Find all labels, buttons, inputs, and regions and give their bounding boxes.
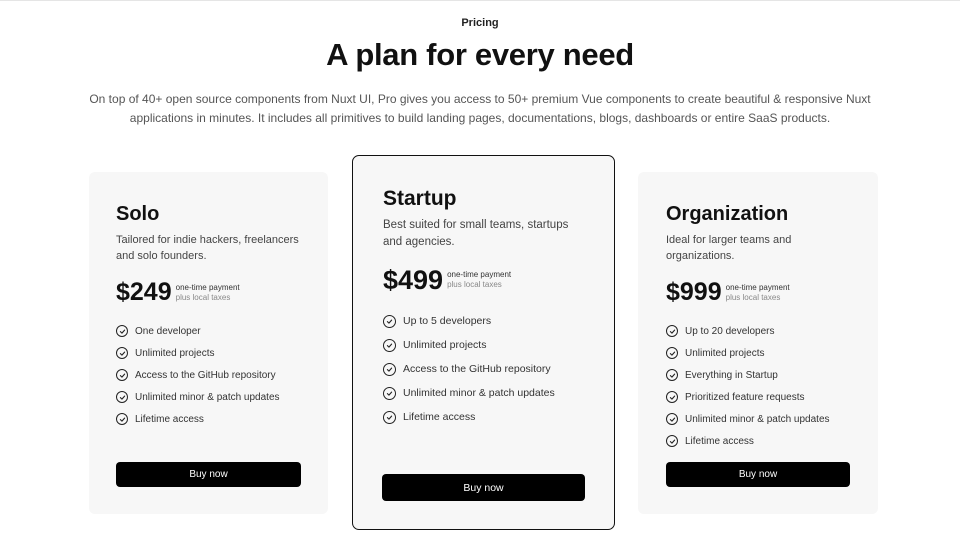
plan-name: Solo: [116, 203, 160, 225]
price-row: $499 one-time payment plus local taxes: [383, 265, 584, 295]
plan-description: Tailored for indie hackers, freelancers …: [116, 234, 299, 262]
check-circle-icon: [666, 413, 678, 425]
check-circle-icon: [116, 347, 128, 359]
pricing-card-startup: Startup Best suited for small teams, sta…: [352, 155, 615, 530]
feature-label: Prioritized feature requests: [685, 391, 805, 403]
check-circle-icon: [116, 325, 128, 337]
check-circle-icon: [666, 391, 678, 403]
price-row: $999 one-time payment plus local taxes: [666, 278, 850, 306]
section-eyebrow: Pricing: [461, 17, 499, 29]
feature-item: Unlimited projects: [383, 333, 584, 357]
feature-label: Unlimited projects: [135, 347, 215, 359]
feature-label: Unlimited minor & patch updates: [685, 413, 830, 425]
check-circle-icon: [383, 314, 396, 328]
feature-item: Unlimited minor & patch updates: [666, 408, 850, 430]
feature-item: Prioritized feature requests: [666, 386, 850, 408]
feature-item: Unlimited minor & patch updates: [116, 386, 301, 408]
check-circle-icon: [383, 362, 396, 376]
feature-label: Access to the GitHub repository: [135, 369, 276, 381]
feature-label: Everything in Startup: [685, 369, 778, 381]
feature-item: Up to 20 developers: [666, 320, 850, 342]
page-subtitle: On top of 40+ open source components fro…: [89, 92, 871, 125]
feature-item: Everything in Startup: [666, 364, 850, 386]
payment-note: one-time payment: [725, 283, 790, 292]
feature-list: One developer Unlimited projects Access …: [116, 320, 301, 430]
feature-item: Access to the GitHub repository: [116, 364, 301, 386]
payment-note: one-time payment: [447, 270, 512, 279]
feature-item: One developer: [116, 320, 301, 342]
feature-label: One developer: [135, 325, 201, 337]
feature-item: Lifetime access: [383, 405, 584, 429]
check-circle-icon: [383, 386, 396, 400]
plan-description: Ideal for larger teams and organizations…: [666, 234, 792, 262]
plan-price: $499: [383, 265, 444, 295]
feature-label: Unlimited projects: [403, 339, 487, 351]
check-circle-icon: [116, 413, 128, 425]
price-notes: one-time payment plus local taxes: [447, 270, 511, 290]
pricing-card-solo: Solo Tailored for indie hackers, freelan…: [89, 172, 328, 514]
feature-label: Access to the GitHub repository: [403, 363, 551, 375]
buy-now-button[interactable]: Buy now: [382, 474, 585, 501]
page-title: A plan for every need: [326, 37, 634, 72]
tax-note: plus local taxes: [725, 293, 781, 302]
check-circle-icon: [666, 435, 678, 447]
feature-list: Up to 5 developers Unlimited projects Ac…: [383, 309, 584, 429]
plan-description: Best suited for small teams, startups an…: [383, 219, 569, 248]
price-row: $249 one-time payment plus local taxes: [116, 278, 301, 306]
plan-price: $249: [116, 278, 172, 306]
check-circle-icon: [666, 369, 678, 381]
plan-name: Startup: [383, 187, 457, 210]
plan-price: $999: [666, 278, 722, 306]
feature-item: Access to the GitHub repository: [383, 357, 584, 381]
check-circle-icon: [116, 369, 128, 381]
feature-label: Lifetime access: [135, 413, 204, 425]
top-divider: [0, 0, 960, 1]
feature-item: Lifetime access: [666, 430, 850, 452]
price-notes: one-time payment plus local taxes: [726, 283, 790, 303]
feature-item: Unlimited projects: [666, 342, 850, 364]
buy-now-button[interactable]: Buy now: [116, 462, 301, 487]
feature-label: Lifetime access: [685, 435, 754, 447]
pricing-card-organization: Organization Ideal for larger teams and …: [638, 172, 878, 514]
feature-item: Unlimited minor & patch updates: [383, 381, 584, 405]
feature-item: Lifetime access: [116, 408, 301, 430]
check-circle-icon: [383, 410, 396, 424]
check-circle-icon: [383, 338, 396, 352]
buy-now-button[interactable]: Buy now: [666, 462, 850, 487]
feature-label: Up to 20 developers: [685, 325, 775, 337]
feature-label: Up to 5 developers: [403, 315, 492, 327]
price-notes: one-time payment plus local taxes: [176, 283, 240, 303]
feature-label: Lifetime access: [403, 411, 476, 423]
feature-label: Unlimited minor & patch updates: [403, 387, 555, 399]
feature-item: Unlimited projects: [116, 342, 301, 364]
feature-label: Unlimited minor & patch updates: [135, 391, 280, 403]
plan-name: Organization: [666, 203, 789, 225]
feature-label: Unlimited projects: [685, 347, 765, 359]
payment-note: one-time payment: [175, 283, 240, 292]
check-circle-icon: [116, 391, 128, 403]
tax-note: plus local taxes: [175, 293, 231, 302]
check-circle-icon: [666, 325, 678, 337]
tax-note: plus local taxes: [447, 280, 502, 289]
feature-item: Up to 5 developers: [383, 309, 584, 333]
check-circle-icon: [666, 347, 678, 359]
feature-list: Up to 20 developers Unlimited projects E…: [666, 320, 850, 452]
